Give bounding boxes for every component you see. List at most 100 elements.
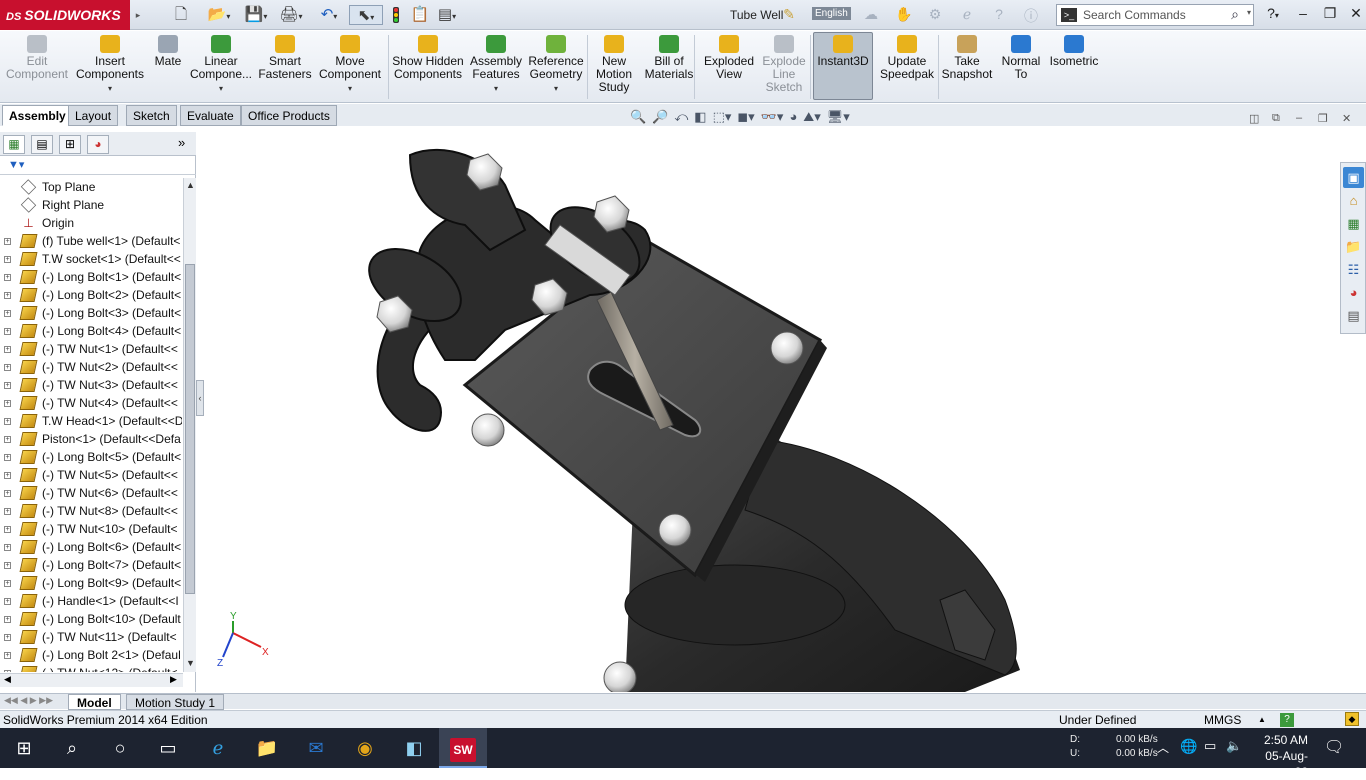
system-clock[interactable]: 2:50 AM 05-Aug-22 — [1252, 732, 1308, 780]
tree-item[interactable]: + (-) TW Nut<11> (Default< — [0, 628, 182, 646]
appearances-icon[interactable]: ◕ — [1343, 282, 1364, 303]
tab-evaluate[interactable]: Evaluate — [180, 105, 241, 126]
volume-icon[interactable]: 🔈 — [1226, 738, 1242, 754]
expand-toggle-icon[interactable]: + — [4, 400, 11, 407]
mate-button[interactable]: Mate — [150, 33, 186, 101]
expand-toggle-icon[interactable]: + — [4, 436, 11, 443]
save-icon[interactable]: 💾▾ — [243, 5, 269, 25]
language-globe-icon[interactable]: 🌐 — [1180, 738, 1197, 755]
file-explorer-icon[interactable]: 📁 — [1343, 236, 1364, 257]
expand-toggle-icon[interactable]: + — [4, 256, 11, 263]
expand-toggle-icon[interactable]: + — [4, 364, 11, 371]
expand-toggle-icon[interactable]: + — [4, 562, 11, 569]
tree-item[interactable]: + (-) TW Nut<2> (Default<< — [0, 358, 182, 376]
unit-system[interactable]: MMGS — [1204, 711, 1241, 729]
tab-sketch[interactable]: Sketch — [126, 105, 177, 126]
feature-tree-tab-icon[interactable]: ▦ — [3, 135, 25, 154]
new-motion-study-button[interactable]: New Motion Study — [589, 33, 639, 101]
viewport-link-icon[interactable]: ⧉ — [1272, 112, 1280, 125]
task-view-icon[interactable]: ▭ — [144, 728, 192, 768]
scrollbar-thumb[interactable] — [185, 264, 195, 594]
feature-filter[interactable]: ▼▾ — [0, 157, 196, 175]
close-window-icon[interactable]: ✕ — [1344, 5, 1366, 22]
tree-item[interactable]: ⊥ Origin — [0, 214, 182, 232]
dropdown-arrow-icon[interactable]: ▾ — [468, 82, 524, 95]
tree-item[interactable]: + T.W Head<1> (Default<<D — [0, 412, 182, 430]
app-pinned-icon[interactable]: ◧ — [390, 728, 438, 768]
expand-toggle-icon[interactable]: + — [4, 382, 11, 389]
expand-toggle-icon[interactable]: + — [4, 616, 11, 623]
chrome-icon[interactable]: ◉ — [341, 728, 389, 768]
tree-item[interactable]: + (-) Handle<1> (Default<<I — [0, 592, 182, 610]
tag-icon[interactable]: ◆ — [1345, 712, 1359, 726]
linear-component-button[interactable]: Linear Compone... ▾ — [188, 33, 254, 101]
update-speedpak-button[interactable]: Update Speedpak — [876, 33, 938, 101]
expand-toggle-icon[interactable]: + — [4, 472, 11, 479]
display-style-icon[interactable]: ◼▾ — [737, 109, 754, 124]
property-manager-tab-icon[interactable]: ▤ — [31, 135, 53, 154]
expand-toggle-icon[interactable]: + — [4, 652, 11, 659]
undo-icon[interactable]: ↶▾ — [314, 5, 344, 25]
tree-item[interactable]: + (-) Long Bolt<1> (Default< — [0, 268, 182, 286]
tree-item[interactable]: Top Plane — [0, 178, 182, 196]
tab-office-products[interactable]: Office Products — [241, 105, 337, 126]
select-pointer-icon[interactable]: ⬉▾ — [349, 5, 383, 25]
assembly-features-button[interactable]: Assembly Features ▾ — [468, 33, 524, 101]
tree-item[interactable]: + (-) Long Bolt<3> (Default< — [0, 304, 182, 322]
unit-system-caret-icon[interactable]: ▲ — [1258, 711, 1266, 729]
tree-item[interactable]: Right Plane — [0, 196, 182, 214]
tree-item[interactable]: + (-) Long Bolt<9> (Default< — [0, 574, 182, 592]
menu-pin-icon[interactable]: ▸ — [132, 5, 144, 25]
explode-line-sketch-button[interactable]: Explode Line Sketch — [759, 33, 809, 101]
expand-toggle-icon[interactable]: + — [4, 634, 11, 641]
zoom-to-fit-icon[interactable]: 🔍 — [630, 109, 646, 124]
tab-scroll-arrows[interactable]: ◀◀ ◀ ▶ ▶▶ — [4, 695, 53, 706]
tree-item[interactable]: + (-) TW Nut<6> (Default<< — [0, 484, 182, 502]
file-explorer-taskbar-icon[interactable]: 📁 — [243, 728, 291, 768]
dropdown-arrow-icon[interactable]: ▾ — [526, 82, 586, 95]
bill-of-materials-button[interactable]: Bill of Materials — [641, 33, 697, 101]
dropdown-arrow-icon[interactable]: ▾ — [314, 82, 386, 95]
edit-component-button[interactable]: Edit Component — [4, 33, 70, 101]
configuration-manager-tab-icon[interactable]: ⊞ — [59, 135, 81, 154]
tab-motion-study-1[interactable]: Motion Study 1 — [126, 694, 225, 710]
minimize-window-icon[interactable]: ‒ — [1291, 5, 1315, 21]
scroll-down-icon[interactable]: ▼ — [185, 658, 196, 668]
expand-toggle-icon[interactable]: + — [4, 238, 11, 245]
tree-item[interactable]: + (-) TW Nut<1> (Default<< — [0, 340, 182, 358]
tree-vertical-scrollbar[interactable]: ▲ ▼ — [183, 178, 196, 672]
tree-item[interactable]: + (-) Long Bolt<2> (Default< — [0, 286, 182, 304]
file-properties-icon[interactable]: 📋 — [410, 5, 430, 25]
view-orientation-icon[interactable]: ⬚▾ — [713, 109, 732, 124]
expand-toggle-icon[interactable]: + — [4, 292, 11, 299]
normal-to-button[interactable]: Normal To — [996, 33, 1046, 101]
expand-toggle-icon[interactable]: + — [4, 670, 11, 672]
expand-toggle-icon[interactable]: + — [4, 310, 11, 317]
expand-panel-icon[interactable]: » — [178, 135, 185, 150]
scroll-left-icon[interactable]: ◀ — [4, 674, 11, 685]
expand-toggle-icon[interactable]: + — [4, 346, 11, 353]
print-icon[interactable]: 🖨▾ — [278, 5, 304, 25]
graphics-area[interactable]: Y X Z — [205, 130, 1341, 692]
solidworks-resources-icon[interactable]: ▣ — [1343, 167, 1364, 188]
expand-toggle-icon[interactable]: + — [4, 526, 11, 533]
tab-model[interactable]: Model — [68, 694, 121, 710]
filter-icon[interactable]: ▼▾ — [8, 159, 24, 171]
tree-item[interactable]: + (-) TW Nut<8> (Default<< — [0, 502, 182, 520]
design-library-icon[interactable]: ▦ — [1343, 213, 1364, 234]
expand-toggle-icon[interactable]: + — [4, 580, 11, 587]
expand-toggle-icon[interactable]: + — [4, 490, 11, 497]
new-document-icon[interactable]: 🗋 — [170, 5, 192, 25]
tree-item[interactable]: + (f) Tube well<1> (Default< — [0, 232, 182, 250]
tree-item[interactable]: + (-) TW Nut<10> (Default< — [0, 520, 182, 538]
apply-scene-icon[interactable]: ⛰▾ — [803, 109, 820, 124]
home-icon[interactable]: ⌂ — [1343, 190, 1364, 211]
battery-icon[interactable]: ▭ — [1204, 738, 1216, 754]
viewport-close-icon[interactable]: ✕ — [1342, 112, 1351, 125]
taskbar-search-icon[interactable]: ⌕ — [48, 728, 96, 768]
restore-window-icon[interactable]: ❐ — [1318, 5, 1342, 22]
windows-start-icon[interactable]: ⊞ — [0, 728, 48, 768]
instant3d-button[interactable]: Instant3D — [813, 32, 873, 100]
expand-toggle-icon[interactable]: + — [4, 328, 11, 335]
expand-toggle-icon[interactable]: + — [4, 274, 11, 281]
